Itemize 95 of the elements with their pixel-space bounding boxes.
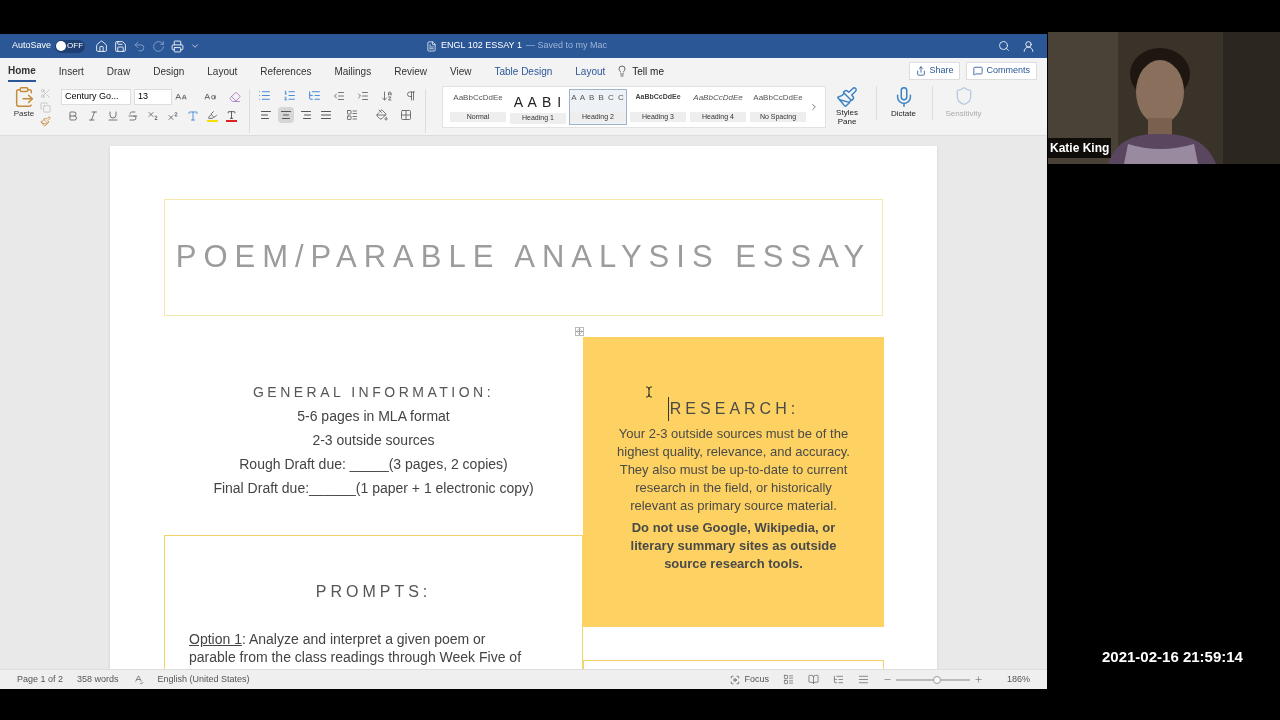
borders-icon[interactable]: [400, 109, 412, 121]
format-painter-icon[interactable]: [40, 116, 51, 127]
subscript-icon[interactable]: [147, 110, 159, 122]
page-count: Page 1 of 2: [17, 672, 64, 686]
paste-label[interactable]: Paste: [13, 108, 35, 120]
customize-caret-icon[interactable]: [190, 41, 201, 51]
font-name-field[interactable]: Century Go...: [61, 89, 131, 105]
research-paragraph: Your 2-3 outside sources must be of the highest quality, relevance, and accuracy. They also must be up-to-date to current research in the field, or historically relevant as primary source material.: [616, 425, 851, 515]
info-line: 2-3 outside sources: [312, 431, 435, 450]
participant-name: Katie King: [1048, 138, 1112, 158]
styles-pane-label[interactable]: Styles Pane: [833, 108, 861, 126]
info-line: Rough Draft due: _____(3 pages, 2 copies): [239, 455, 508, 474]
ribbon-tab[interactable]: Layout: [575, 60, 606, 82]
option-paragraph: Option 1: Analyze and interpret a given poem or parable from the class readings through Week Five of: [189, 630, 523, 666]
styles-pane-icon[interactable]: [836, 86, 858, 108]
ribbon-tab[interactable]: Mailings: [334, 60, 372, 82]
table-move-handle-icon[interactable]: [575, 327, 584, 336]
decrease-indent-icon[interactable]: [333, 89, 345, 102]
underline-icon[interactable]: [107, 110, 119, 122]
tell-me-field[interactable]: Tell me: [632, 63, 664, 79]
ribbon-tab[interactable]: Insert: [58, 60, 84, 82]
ribbon-tab[interactable]: Table Design: [494, 60, 553, 82]
word-count: 358 words: [77, 672, 119, 686]
zoom-in-icon[interactable]: [973, 675, 983, 684]
pilcrow-icon[interactable]: [405, 89, 417, 102]
ribbon-tab[interactable]: Design: [153, 60, 185, 82]
print-icon[interactable]: [171, 39, 185, 53]
font-color-icon[interactable]: [226, 110, 237, 122]
draft-icon[interactable]: [857, 674, 869, 685]
document-title: ENGL 102 ESSAY 1: [441, 39, 522, 53]
autosave-toggle[interactable]: OFF: [55, 39, 86, 53]
superscript-icon[interactable]: [167, 110, 179, 122]
redo-icon[interactable]: [152, 39, 166, 53]
text-effects-icon[interactable]: [187, 110, 199, 122]
shading-icon[interactable]: [376, 109, 388, 121]
ribbon-tab[interactable]: Layout: [207, 60, 238, 82]
highlighter-icon[interactable]: [207, 110, 218, 122]
gallery-more-icon[interactable]: [809, 102, 819, 112]
lightbulb-icon[interactable]: [616, 65, 629, 77]
font-size-field[interactable]: 13: [134, 89, 172, 105]
zoom-slider[interactable]: [895, 678, 970, 681]
comment-icon: [973, 66, 984, 76]
prompts-heading: PROMPTS:: [315, 582, 432, 602]
outline-icon[interactable]: [832, 674, 844, 685]
save-status[interactable]: — Saved to my Mac: [525, 39, 607, 53]
print-layout-icon[interactable]: [782, 674, 794, 685]
align-icon: [320, 109, 332, 121]
essay-title: POEM/PARABLE ANALYSIS ESSAY: [175, 238, 872, 277]
numbering-icon[interactable]: [283, 89, 296, 102]
ribbon-tab[interactable]: References: [260, 60, 312, 82]
autosave-label: AutoSave: [12, 39, 52, 53]
ribbon-tab[interactable]: Review: [394, 60, 427, 82]
share-button[interactable]: Share: [909, 62, 961, 80]
research-heading: RESEARCH:: [667, 397, 800, 421]
ribbon-tab[interactable]: View: [449, 60, 472, 82]
timestamp: 2021-02-16 21:59:14: [1102, 646, 1244, 667]
change-case-icon[interactable]: [204, 91, 216, 103]
undo-icon[interactable]: [133, 39, 147, 53]
align-button[interactable]: [278, 107, 294, 123]
web-layout-icon[interactable]: [807, 674, 819, 685]
zoom-slider-thumb[interactable]: [933, 675, 942, 684]
text-cursor-icon: [643, 385, 655, 399]
bold-icon[interactable]: [67, 110, 79, 122]
bullets-icon[interactable]: [258, 89, 271, 102]
document-icon[interactable]: [426, 40, 437, 52]
focus-button[interactable]: Focus: [730, 672, 769, 687]
italic-icon[interactable]: [87, 110, 99, 122]
save-icon[interactable]: [114, 39, 128, 53]
clear-formatting-icon[interactable]: [229, 91, 241, 103]
multilevel-list-icon[interactable]: [308, 89, 321, 102]
zoom-percent[interactable]: 186%: [1006, 672, 1030, 687]
ribbon-tab[interactable]: Draw: [106, 60, 131, 82]
dictate-label[interactable]: Dictate: [891, 108, 916, 120]
info-line: 5-6 pages in MLA format: [297, 407, 450, 426]
home-icon[interactable]: [95, 39, 109, 53]
sort-icon[interactable]: [381, 89, 393, 102]
increase-indent-icon[interactable]: [357, 89, 369, 102]
share-icon: [916, 66, 927, 76]
proofing-icon[interactable]: [132, 674, 144, 685]
ribbon-tab[interactable]: Home: [8, 60, 36, 82]
align-icon: [280, 109, 292, 121]
paste-icon[interactable]: [13, 86, 35, 108]
align-icon: [260, 109, 272, 121]
language-label[interactable]: English (United States): [157, 672, 250, 687]
line-spacing-icon[interactable]: [346, 109, 358, 121]
account-icon[interactable]: [1022, 39, 1035, 53]
info-line: Final Draft due:______(1 paper + 1 electronic copy): [213, 479, 534, 498]
research-note: Do not use Google, Wikipedia, or literary summary sites as outside source research tools.: [629, 519, 838, 573]
align-icon: [300, 109, 312, 121]
focus-icon: [730, 674, 741, 685]
strikethrough-icon[interactable]: [127, 110, 139, 122]
search-icon[interactable]: [998, 40, 1010, 52]
comments-button[interactable]: Comments: [966, 62, 1037, 80]
general-info-heading: GENERAL INFORMATION:: [252, 383, 495, 402]
grow-font-icon[interactable]: [175, 91, 187, 103]
